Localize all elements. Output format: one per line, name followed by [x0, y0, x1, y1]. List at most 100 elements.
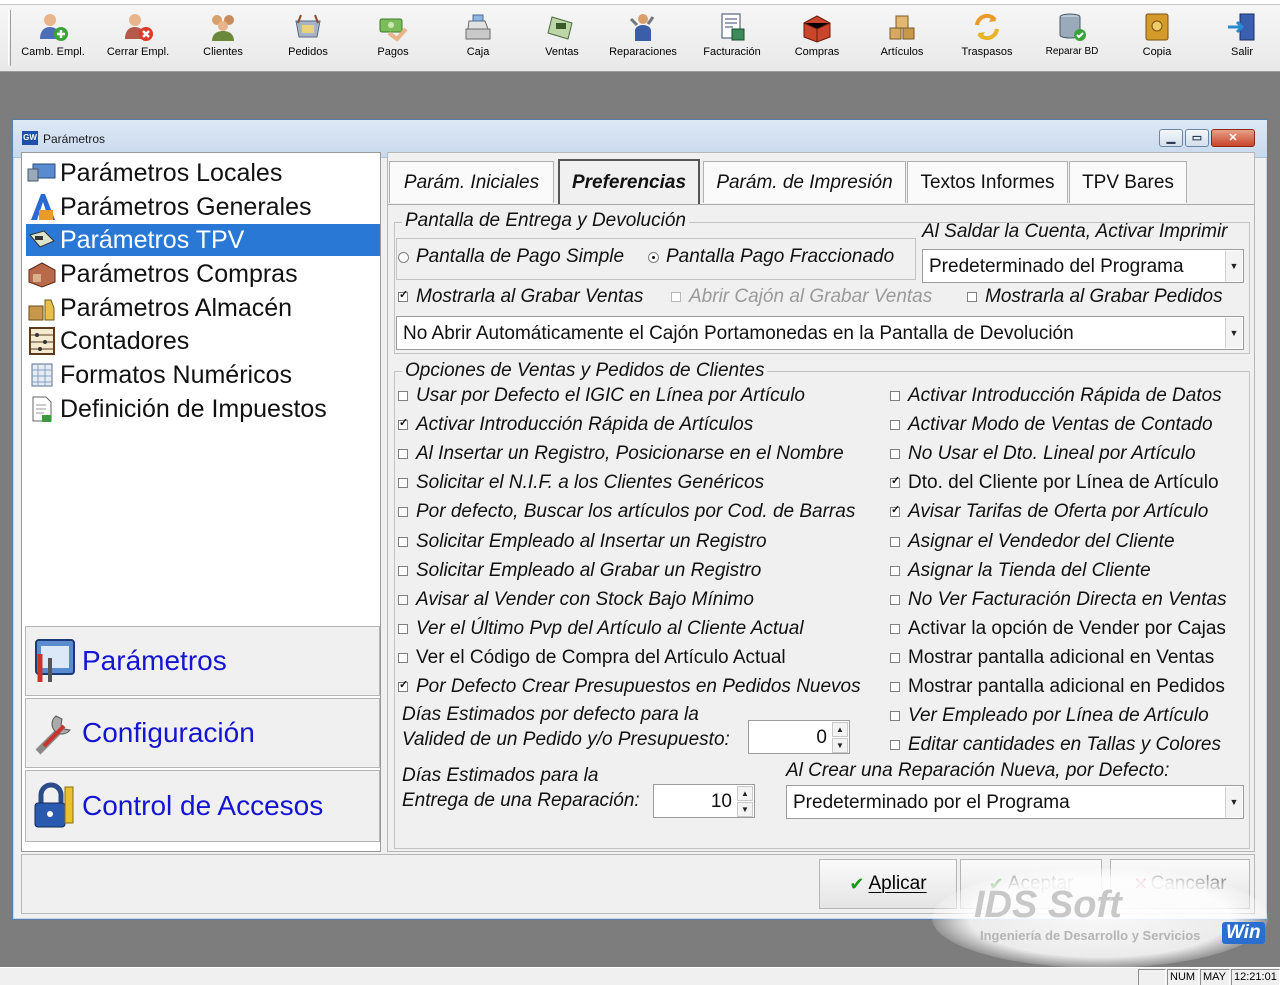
chevron-down-icon[interactable]: ▼ [1225, 318, 1242, 348]
checkbox-option[interactable]: Activar la opción de Vender por Cajas [890, 618, 1226, 640]
checkbox-option[interactable]: Ver Empleado por Línea de Artículo [890, 705, 1209, 727]
section-parameters-button[interactable]: Parámetros [25, 626, 380, 696]
nav-item-number-formats[interactable]: Formatos Numéricos [26, 359, 380, 391]
toolbar-button-cash[interactable]: Caja [436, 10, 520, 66]
close-button[interactable]: ✕ [1211, 129, 1255, 147]
checkbox-box[interactable] [398, 623, 408, 634]
checkbox-box[interactable] [398, 391, 408, 401]
nav-item-pos-parameters[interactable]: Parámetros TPV [26, 224, 380, 256]
checkbox-option[interactable]: Solicitar el N.I.F. a los Clientes Genér… [398, 472, 764, 494]
stepper-up-icon[interactable]: ▲ [737, 786, 753, 801]
checkbox-option[interactable]: No Usar el Dto. Lineal por Artículo [890, 443, 1196, 465]
checkbox-box[interactable] [890, 652, 900, 663]
section-access-control-button[interactable]: Control de Accesos [25, 770, 380, 842]
accept-button[interactable]: ✔ Aceptar [960, 859, 1102, 909]
checkbox-option[interactable]: Solicitar Empleado al Insertar un Regist… [398, 531, 767, 553]
toolbar-button-sales[interactable]: Ventas [520, 10, 604, 66]
toolbar-button-articles[interactable]: Artículos [860, 10, 944, 66]
checkbox-box[interactable] [890, 594, 900, 605]
toolbar-button-repair-db[interactable]: Reparar BD [1030, 10, 1114, 66]
toolbar-button-backup[interactable]: Copia [1115, 10, 1199, 66]
section-configuration-button[interactable]: Configuración [25, 698, 380, 768]
radio-split-payment[interactable]: Pantalla Pago Fraccionado [648, 246, 894, 268]
maximize-button[interactable]: ▭ [1185, 129, 1209, 147]
print-on-settle-select[interactable]: Predeterminado del Programa ▼ [922, 249, 1244, 283]
checkbox-box[interactable] [890, 536, 900, 547]
checkbox-box[interactable] [671, 292, 681, 302]
nav-item-warehouse-parameters[interactable]: Parámetros Almacén [26, 292, 380, 324]
toolbar-button-change-employee[interactable]: Camb. Empl. [11, 10, 95, 66]
checkbox-box[interactable] [398, 449, 408, 460]
toolbar-button-payments[interactable]: Pagos [351, 10, 435, 66]
checkbox-box[interactable] [890, 503, 900, 518]
checkbox-option[interactable]: Por defecto, Buscar los artículos por Co… [398, 501, 855, 523]
checkbox-option[interactable]: Dto. del Cliente por Línea de Artículo [890, 472, 1219, 494]
toolbar-button-exit[interactable]: Salir [1200, 10, 1280, 66]
checkbox-show-on-save-sales[interactable]: Mostrarla al Grabar Ventas [398, 286, 643, 308]
checkbox-box[interactable] [398, 536, 408, 547]
toolbar-button-clients[interactable]: Clientes [181, 10, 265, 66]
checkbox-open-drawer-on-sales[interactable]: Abrir Cajón al Grabar Ventas [671, 286, 932, 308]
nav-item-general-parameters[interactable]: Parámetros Generales [26, 191, 380, 223]
checkbox-box[interactable] [398, 652, 408, 663]
nav-item-purchase-parameters[interactable]: Parámetros Compras [26, 258, 380, 290]
checkbox-option[interactable]: Editar cantidades en Tallas y Colores [890, 734, 1221, 756]
checkbox-box[interactable] [398, 565, 408, 576]
checkbox-option[interactable]: No Ver Facturación Directa en Ventas [890, 589, 1227, 611]
checkbox-box[interactable] [890, 623, 900, 634]
stepper-up-icon[interactable]: ▲ [832, 722, 848, 737]
checkbox-box[interactable] [967, 292, 977, 302]
radio-dot[interactable] [648, 251, 659, 263]
checkbox-box[interactable] [890, 711, 900, 722]
stepper-down-icon[interactable]: ▼ [737, 802, 753, 817]
cash-drawer-select[interactable]: No Abrir Automáticamente el Cajón Portam… [396, 316, 1244, 350]
checkbox-box[interactable] [890, 391, 900, 401]
checkbox-box[interactable] [398, 507, 408, 518]
toolbar-button-orders[interactable]: Pedidos [266, 10, 350, 66]
checkbox-option[interactable]: Activar Introducción Rápida de Datos [890, 385, 1222, 407]
checkbox-box[interactable] [890, 565, 900, 576]
checkbox-option[interactable]: Al Insertar un Registro, Posicionarse en… [398, 443, 844, 465]
tab-pos-bars[interactable]: TPV Bares [1069, 161, 1187, 203]
toolbar-button-transfers[interactable]: Traspasos [945, 10, 1029, 66]
tab-initial-parameters[interactable]: Parám. Iniciales [389, 161, 554, 203]
checkbox-option[interactable]: Ver el Último Pvp del Artículo al Client… [398, 618, 804, 640]
checkbox-option[interactable]: Mostrar pantalla adicional en Pedidos [890, 676, 1225, 698]
nav-item-taxes[interactable]: Definición de Impuestos [26, 393, 380, 425]
checkbox-show-on-save-orders[interactable]: Mostrarla al Grabar Pedidos [967, 286, 1223, 308]
toolbar-button-invoicing[interactable]: Facturación [690, 10, 774, 66]
checkbox-option[interactable]: Asignar la Tienda del Cliente [890, 560, 1151, 582]
apply-button[interactable]: ✔ Aplicar [819, 859, 957, 909]
tab-preferences[interactable]: Preferencias [558, 159, 700, 205]
checkbox-box[interactable] [890, 449, 900, 460]
checkbox-option[interactable]: Activar Modo de Ventas de Contado [890, 414, 1213, 436]
checkbox-option[interactable]: Avisar Tarifas de Oferta por Artículo [890, 501, 1208, 523]
nav-item-counters[interactable]: Contadores [26, 325, 380, 357]
checkbox-option[interactable]: Avisar al Vender con Stock Bajo Mínimo [398, 589, 754, 611]
tab-report-texts[interactable]: Textos Informes [907, 161, 1068, 203]
checkbox-box[interactable] [890, 682, 900, 692]
stepper-down-icon[interactable]: ▼ [832, 738, 848, 753]
checkbox-option[interactable]: Solicitar Empleado al Grabar un Registro [398, 560, 761, 582]
nav-item-local-parameters[interactable]: Parámetros Locales [26, 157, 380, 189]
checkbox-option[interactable]: Mostrar pantalla adicional en Ventas [890, 647, 1214, 669]
checkbox-option[interactable]: Ver el Código de Compra del Artículo Act… [398, 647, 786, 669]
checkbox-box[interactable] [890, 740, 900, 751]
repair-days-stepper[interactable]: 10 ▲ ▼ [653, 784, 755, 818]
tab-print-parameters[interactable]: Parám. de Impresión [703, 161, 906, 203]
cancel-button[interactable]: ✕ Cancelar [1110, 859, 1250, 909]
checkbox-option[interactable]: Asignar el Vendedor del Cliente [890, 531, 1175, 553]
chevron-down-icon[interactable]: ▼ [1225, 787, 1242, 817]
checkbox-box[interactable] [398, 288, 408, 302]
chevron-down-icon[interactable]: ▼ [1225, 251, 1242, 281]
toolbar-button-close-employee[interactable]: Cerrar Empl. [96, 10, 180, 66]
checkbox-box[interactable] [890, 474, 900, 489]
minimize-button[interactable]: ▁ [1159, 129, 1183, 147]
checkbox-option[interactable]: Por Defecto Crear Presupuestos en Pedido… [398, 676, 861, 698]
new-repair-default-select[interactable]: Predeterminado por el Programa ▼ [786, 785, 1244, 819]
toolbar-button-purchases[interactable]: Compras [775, 10, 859, 66]
radio-simple-payment[interactable]: Pantalla de Pago Simple [398, 246, 624, 268]
checkbox-box[interactable] [398, 678, 408, 692]
validity-days-stepper[interactable]: 0 ▲ ▼ [748, 720, 850, 754]
checkbox-box[interactable] [398, 416, 408, 431]
